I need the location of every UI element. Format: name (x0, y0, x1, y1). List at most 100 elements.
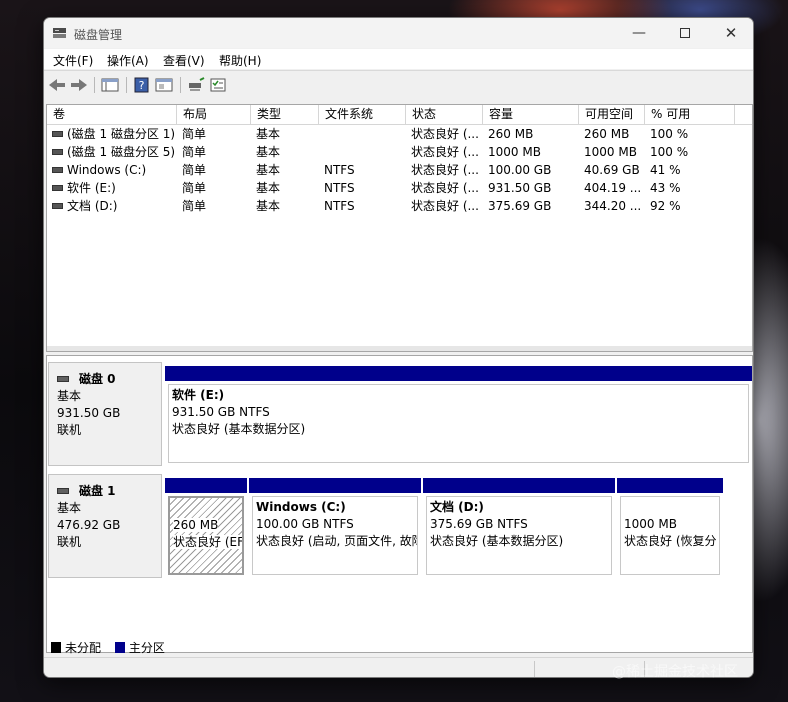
partition-status: 状态良好 (恢复分 (624, 534, 717, 548)
disk-name: 磁盘 1 (79, 484, 116, 498)
partition-software-e[interactable]: 软件 (E:) 931.50 GB NTFS 状态良好 (基本数据分区) (165, 366, 752, 466)
back-arrow-icon[interactable] (47, 76, 67, 94)
horizontal-scrollbar[interactable] (47, 346, 752, 351)
disk-icon (57, 487, 69, 494)
partition-title: Windows (C:) (256, 500, 346, 514)
properties-icon[interactable] (154, 76, 174, 94)
disk-management-icon (53, 28, 66, 38)
column-header-volume[interactable]: 卷 (47, 105, 177, 125)
menu-view[interactable]: 查看(V) (163, 52, 205, 69)
disk-0-label[interactable]: 磁盘 0 基本 931.50 GB 联机 (48, 362, 162, 466)
status-segment (534, 661, 535, 677)
disk-type: 基本 (57, 501, 82, 515)
partition-size: 100.00 GB NTFS (256, 517, 354, 531)
partition-status: 状态良好 (EF (173, 535, 244, 549)
primary-partition-bar (617, 478, 723, 493)
partition-status: 状态良好 (启动, 页面文件, 故障 (256, 534, 418, 548)
volume-row[interactable]: Windows (C:) 简单 基本 NTFS 状态良好 (... 100.00… (47, 161, 752, 179)
volume-layout: 简单 (182, 127, 207, 141)
volume-status: 状态良好 (... (411, 163, 479, 177)
menu-bar: 文件(F) 操作(A) 查看(V) 帮助(H) (44, 49, 753, 69)
partition-size: 1000 MB (624, 517, 677, 531)
close-button[interactable]: ✕ (711, 22, 751, 44)
disk-state: 联机 (57, 535, 82, 549)
volume-filesystem: NTFS (324, 181, 355, 195)
partition-status: 状态良好 (基本数据分区) (430, 534, 564, 548)
volume-type: 基本 (256, 181, 281, 195)
menu-file[interactable]: 文件(F) (53, 52, 93, 69)
column-header-capacity[interactable]: 容量 (483, 105, 579, 125)
volume-capacity: 100.00 GB (488, 163, 552, 177)
svg-text:?: ? (139, 79, 145, 92)
volume-filesystem: NTFS (324, 163, 355, 177)
partition-documents-d[interactable]: 文档 (D:) 375.69 GB NTFS 状态良好 (基本数据分区) (423, 478, 615, 578)
partition-title: 文档 (D:) (430, 500, 484, 514)
volume-list-panel[interactable]: 卷 布局 类型 文件系统 状态 容量 可用空间 % 可用 (磁盘 1 磁盘分区 … (46, 104, 753, 352)
column-header-free-space[interactable]: 可用空间 (579, 105, 645, 125)
primary-partition-bar (249, 478, 421, 493)
volume-layout: 简单 (182, 145, 207, 159)
menu-action[interactable]: 操作(A) (107, 52, 149, 69)
partition-windows-c[interactable]: Windows (C:) 100.00 GB NTFS 状态良好 (启动, 页面… (249, 478, 421, 578)
column-header-type[interactable]: 类型 (251, 105, 319, 125)
disk-1-label[interactable]: 磁盘 1 基本 476.92 GB 联机 (48, 474, 162, 578)
disk-size: 931.50 GB (57, 406, 121, 420)
column-header-percent-free[interactable]: % 可用 (645, 105, 735, 125)
volume-status: 状态良好 (... (411, 199, 479, 213)
primary-partition-bar (423, 478, 615, 493)
legend-primary: 主分区 (114, 639, 165, 656)
help-icon[interactable]: ? (132, 76, 152, 94)
volume-type: 基本 (256, 163, 281, 177)
partition-size: 931.50 GB NTFS (172, 405, 270, 419)
volume-free-space: 40.69 GB (584, 163, 640, 177)
volume-free-space: 404.19 ... (584, 181, 642, 195)
disk-management-window: 磁盘管理 — ✕ 文件(F) 操作(A) 查看(V) 帮助(H) ? 卷 布局 … (43, 17, 754, 678)
volume-name: (磁盘 1 磁盘分区 5) (67, 145, 176, 159)
volume-type: 基本 (256, 145, 281, 159)
show-pane-icon[interactable] (100, 76, 120, 94)
disk-graphical-panel[interactable]: 磁盘 0 基本 931.50 GB 联机 软件 (E:) 931.50 GB N… (46, 355, 753, 653)
partition-efi[interactable]: 260 MB 状态良好 (EF (165, 478, 247, 578)
volume-name: 软件 (E:) (67, 181, 116, 195)
primary-partition-bar (165, 366, 752, 381)
column-header-layout[interactable]: 布局 (177, 105, 251, 125)
volume-free-space: 344.20 ... (584, 199, 642, 213)
maximize-icon (680, 28, 690, 38)
volume-row[interactable]: 文档 (D:) 简单 基本 NTFS 状态良好 (... 375.69 GB 3… (47, 197, 752, 215)
toolbar: ? (44, 72, 753, 100)
column-header-filesystem[interactable]: 文件系统 (319, 105, 406, 125)
legend-unallocated: 未分配 (51, 639, 101, 656)
volume-capacity: 260 MB (488, 127, 534, 141)
column-header-status[interactable]: 状态 (406, 105, 483, 125)
volume-layout: 简单 (182, 163, 207, 177)
volume-filesystem (319, 125, 406, 143)
menu-separator (44, 70, 753, 71)
partition-status: 状态良好 (基本数据分区) (172, 422, 306, 436)
volume-capacity: 375.69 GB (488, 199, 552, 213)
volume-percent-free: 41 % (650, 163, 681, 177)
minimize-button[interactable]: — (619, 22, 659, 44)
toolbar-separator (94, 77, 95, 93)
volume-name: 文档 (D:) (67, 199, 118, 213)
volume-name: (磁盘 1 磁盘分区 1) (67, 127, 176, 141)
volume-percent-free: 43 % (650, 181, 681, 195)
disk-icon (57, 375, 69, 382)
volume-status: 状态良好 (... (411, 127, 479, 141)
disk-connect-icon[interactable] (186, 76, 206, 94)
volume-row[interactable]: 软件 (E:) 简单 基本 NTFS 状态良好 (... 931.50 GB 4… (47, 179, 752, 197)
volume-layout: 简单 (182, 181, 207, 195)
partition-title: 软件 (E:) (172, 388, 225, 402)
menu-help[interactable]: 帮助(H) (219, 52, 261, 69)
toolbar-separator (126, 77, 127, 93)
maximize-button[interactable] (665, 22, 705, 44)
volume-row[interactable]: (磁盘 1 磁盘分区 1) 简单 基本 状态良好 (... 260 MB 260… (47, 125, 752, 143)
volume-capacity: 1000 MB (488, 145, 541, 159)
unallocated-swatch (51, 642, 61, 653)
checklist-icon[interactable] (208, 76, 228, 94)
forward-arrow-icon[interactable] (69, 76, 89, 94)
title-bar[interactable]: 磁盘管理 — ✕ (44, 18, 753, 48)
drive-icon (52, 148, 63, 155)
partition-recovery[interactable]: 1000 MB 状态良好 (恢复分 (617, 478, 723, 578)
volume-name: Windows (C:) (67, 163, 147, 177)
volume-row[interactable]: (磁盘 1 磁盘分区 5) 简单 基本 状态良好 (... 1000 MB 10… (47, 143, 752, 161)
